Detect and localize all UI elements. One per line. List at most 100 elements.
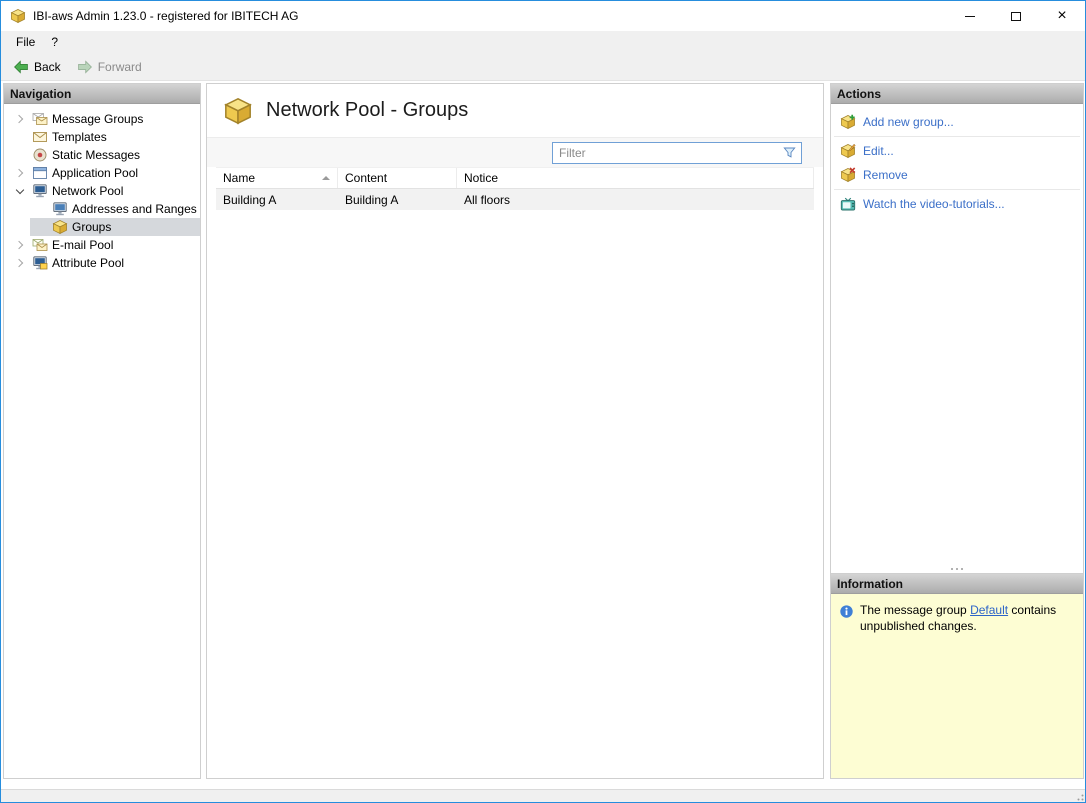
addresses-and-ranges-icon (52, 201, 68, 217)
nav-item-static-messages[interactable]: Static Messages (4, 146, 200, 164)
filter-bar (207, 137, 823, 167)
groups-table: Name Content Notice Building A Building A Al… (216, 167, 814, 778)
default-group-link[interactable]: Default (970, 603, 1008, 617)
menu-help[interactable]: ? (43, 31, 66, 53)
cell-name: Building A (223, 192, 277, 207)
email-pool-icon (32, 237, 48, 253)
nav-item-addresses-and-ranges[interactable]: Addresses and Ranges (4, 200, 200, 218)
table-header-row: Name Content Notice (216, 167, 814, 189)
nav-item-label: Templates (52, 130, 107, 144)
main-panel: Network Pool - Groups Name Content Notice … (206, 83, 824, 779)
nav-item-label: Static Messages (52, 148, 141, 162)
filter-funnel-icon[interactable] (782, 145, 797, 160)
maximize-icon (1011, 11, 1021, 21)
titlebar: IBI-aws Admin 1.23.0 - registered for IB… (1, 1, 1085, 31)
information-panel-header: Information (831, 574, 1083, 594)
collapse-icon[interactable] (12, 183, 28, 199)
window-title: IBI-aws Admin 1.23.0 - registered for IB… (33, 9, 299, 23)
sort-ascending-icon (322, 176, 330, 180)
statusbar (1, 789, 1085, 802)
action-label: Remove (863, 168, 908, 182)
toolbar: Back Forward (1, 53, 1085, 81)
nav-item-groups[interactable]: Groups (4, 218, 200, 236)
maximize-button[interactable] (993, 1, 1039, 31)
nav-item-label: Application Pool (52, 166, 139, 180)
action-remove[interactable]: Remove (831, 163, 1083, 187)
panel-splitter-handle[interactable] (831, 568, 1083, 570)
cell-content: Building A (345, 192, 399, 207)
information-message: The message group Default contains unpub… (831, 594, 1083, 643)
nav-item-e-mail-pool[interactable]: E-mail Pool (4, 236, 200, 254)
content-area: Navigation Message Groups Templates Static… (1, 81, 1085, 789)
nav-item-network-pool[interactable]: Network Pool (4, 182, 200, 200)
templates-icon (32, 129, 48, 145)
nav-tree: Message Groups Templates Static Messages Ap… (4, 104, 200, 272)
actions-divider (834, 189, 1080, 190)
info-icon (839, 604, 854, 619)
nav-item-label: E-mail Pool (52, 238, 114, 252)
actions-list: Add new group... Edit... Remove Watch the v… (831, 104, 1083, 216)
filter-input[interactable] (559, 142, 782, 163)
network-groups-icon (223, 96, 253, 126)
back-button[interactable]: Back (6, 57, 68, 77)
forward-button[interactable]: Forward (70, 57, 149, 77)
table-row[interactable]: Building A Building A All floors (216, 189, 814, 210)
actions-panel-header: Actions (831, 84, 1083, 104)
close-button[interactable]: × (1039, 1, 1085, 31)
minimize-icon (965, 15, 975, 17)
page-title: Network Pool - Groups (266, 99, 469, 121)
expand-icon[interactable] (12, 165, 28, 181)
actions-divider (834, 136, 1080, 137)
nav-item-label: Groups (72, 220, 112, 234)
filter-box (552, 141, 802, 164)
table-body: Building A Building A All floors (216, 189, 814, 210)
nav-item-label: Network Pool (52, 184, 124, 198)
expand-icon[interactable] (12, 255, 28, 271)
column-label: Notice (464, 171, 499, 185)
cell-notice: All floors (464, 192, 511, 207)
resize-grip-icon[interactable] (1072, 789, 1084, 801)
app-cube-icon (10, 8, 26, 24)
right-column: Actions Add new group... Edit... Remove Wat… (830, 83, 1084, 779)
information-text-before: The message group (860, 603, 971, 617)
remove-group-icon (840, 167, 856, 183)
application-pool-icon (32, 165, 48, 181)
action-label: Watch the video-tutorials... (863, 197, 1005, 211)
action-label: Edit... (863, 144, 894, 158)
edit-group-icon (840, 143, 856, 159)
nav-item-attribute-pool[interactable]: Attribute Pool (4, 254, 200, 272)
page-header: Network Pool - Groups (207, 84, 823, 137)
back-label: Back (34, 59, 61, 74)
app-window: IBI-aws Admin 1.23.0 - registered for IB… (0, 0, 1086, 803)
column-label: Content (345, 171, 388, 185)
action-add-new-group[interactable]: Add new group... (831, 110, 1083, 134)
minimize-button[interactable] (947, 1, 993, 31)
column-header-notice[interactable]: Notice (457, 168, 814, 188)
action-watch-the-video-tutorials[interactable]: Watch the video-tutorials... (831, 192, 1083, 216)
actions-panel: Actions Add new group... Edit... Remove Wat… (830, 83, 1084, 574)
column-header-name[interactable]: Name (216, 168, 338, 188)
action-edit[interactable]: Edit... (831, 139, 1083, 163)
nav-item-templates[interactable]: Templates (4, 128, 200, 146)
expand-icon[interactable] (12, 111, 28, 127)
window-controls: × (947, 1, 1085, 31)
column-header-content[interactable]: Content (338, 168, 457, 188)
add-group-icon (840, 114, 856, 130)
column-label: Name (223, 171, 256, 185)
information-panel: Information The message group Default co… (830, 574, 1084, 779)
nav-item-application-pool[interactable]: Application Pool (4, 164, 200, 182)
static-messages-icon (32, 147, 48, 163)
message-groups-icon (32, 111, 48, 127)
menubar: File? (1, 31, 1085, 53)
menu-file[interactable]: File (8, 31, 43, 53)
navigation-panel: Navigation Message Groups Templates Static… (3, 83, 201, 779)
expand-icon[interactable] (12, 237, 28, 253)
forward-arrow-icon (77, 59, 93, 75)
groups-icon (52, 219, 68, 235)
attribute-pool-icon (32, 255, 48, 271)
forward-label: Forward (97, 59, 142, 74)
nav-item-message-groups[interactable]: Message Groups (4, 110, 200, 128)
